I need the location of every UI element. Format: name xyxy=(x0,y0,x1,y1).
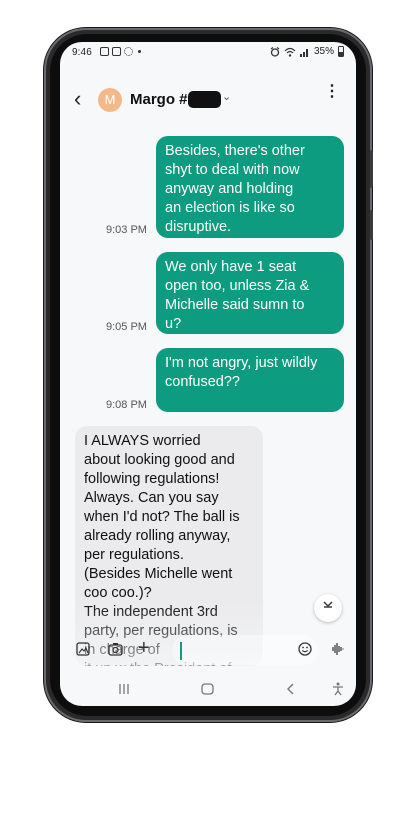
plus-icon[interactable]: + xyxy=(138,638,150,658)
home-icon[interactable] xyxy=(201,682,214,698)
sent-message-bubble[interactable]: I'm not angry, just wildly confused?? xyxy=(156,348,344,412)
status-bar: 9:46 35% xyxy=(60,42,356,64)
message-timestamp: 9:05 PM xyxy=(106,321,147,333)
contact-name[interactable]: Margo # xyxy=(130,91,188,108)
accessibility-icon[interactable] xyxy=(332,682,344,699)
back-nav-icon[interactable] xyxy=(286,682,296,698)
volume-button xyxy=(370,150,373,188)
message-notification-icon xyxy=(112,47,121,56)
compose-bar: + xyxy=(60,634,356,670)
camera-icon[interactable] xyxy=(108,642,123,661)
chevron-double-down-icon xyxy=(323,601,333,608)
message-input[interactable] xyxy=(172,635,318,665)
message-timestamp: 9:08 PM xyxy=(106,399,147,411)
more-vert-icon[interactable]: ⋮ xyxy=(324,84,340,100)
back-icon[interactable]: ‹ xyxy=(74,88,81,110)
text-cursor xyxy=(180,642,182,660)
recents-icon[interactable] xyxy=(118,682,130,698)
alarm-icon xyxy=(270,46,280,57)
scroll-to-bottom-button[interactable] xyxy=(314,594,342,622)
gallery-notification-icon xyxy=(100,47,109,56)
settings-notification-icon xyxy=(124,47,133,56)
power-button xyxy=(370,210,373,240)
navigation-bar xyxy=(60,678,356,706)
chevron-down-icon[interactable]: ⌄ xyxy=(222,90,231,103)
redaction-mark xyxy=(188,91,221,108)
screen: 9:46 35% ‹ M Margo # ⌄ ⋮ Besides, there'… xyxy=(60,42,356,706)
sent-message-bubble[interactable]: Besides, there's other shyt to deal with… xyxy=(156,136,344,238)
battery-percent: 35% xyxy=(313,46,334,57)
emoji-icon[interactable] xyxy=(298,642,312,661)
battery-icon xyxy=(338,46,344,57)
conversation-header: ‹ M Margo # ⌄ ⋮ xyxy=(60,82,356,118)
sent-message-bubble[interactable]: We only have 1 seat open too, unless Zia… xyxy=(156,252,344,334)
signal-icon xyxy=(299,48,308,57)
avatar[interactable]: M xyxy=(98,88,122,112)
wifi-icon xyxy=(284,47,296,57)
message-timestamp: 9:03 PM xyxy=(106,224,147,236)
more-notifications-icon xyxy=(138,50,141,53)
status-time: 9:46 xyxy=(72,47,92,58)
voice-icon[interactable] xyxy=(330,642,344,661)
gallery-icon[interactable] xyxy=(76,642,90,661)
